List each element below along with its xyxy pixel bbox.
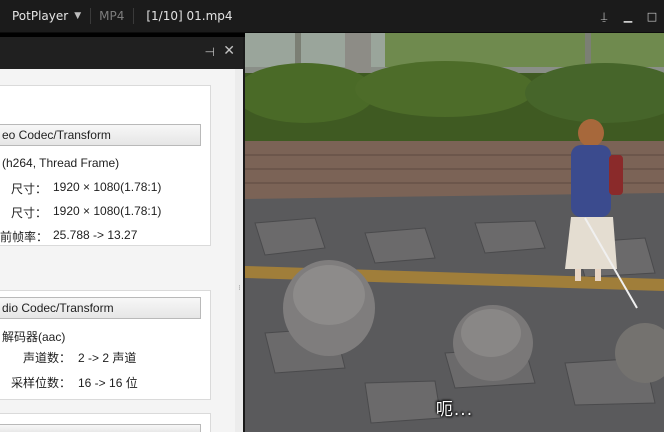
audio-decoder-label: 解码器(aac) bbox=[2, 330, 66, 344]
sample-bits-label: 采样位数： bbox=[11, 376, 72, 390]
next-codec-button[interactable] bbox=[0, 424, 201, 432]
app-menu-button[interactable]: PotPlayer ▼ bbox=[0, 0, 81, 32]
channels-label: 声道数： bbox=[23, 351, 72, 365]
video-size-value: 1920 × 1080(1.78:1) bbox=[53, 180, 162, 194]
scroll-grip-icon[interactable]: ⁞ bbox=[237, 285, 242, 292]
subtitle-text: 呃... bbox=[435, 400, 474, 420]
video-codec-transform-button[interactable]: eo Codec/Transform bbox=[0, 124, 201, 146]
channels-value: 2 -> 2 声道 bbox=[78, 351, 137, 365]
video-size-label: 尺寸： bbox=[11, 182, 48, 196]
video-size-label: 尺寸： bbox=[11, 206, 48, 220]
frame-rate-value: 25.788 -> 13.27 bbox=[53, 228, 138, 242]
chevron-down-icon: ▼ bbox=[74, 11, 82, 21]
divider bbox=[90, 8, 92, 24]
video-size-value: 1920 × 1080(1.78:1) bbox=[53, 204, 162, 218]
file-title: [1/10] 01.mp4 bbox=[146, 9, 233, 23]
sample-bits-value: 16 -> 16 位 bbox=[78, 376, 138, 390]
panel-header: ⊣ ✕ bbox=[0, 37, 243, 69]
maximize-icon[interactable]: □ bbox=[646, 10, 658, 23]
scrollbar[interactable]: ⁞ bbox=[235, 69, 243, 432]
audio-codec-transform-button[interactable]: dio Codec/Transform bbox=[0, 297, 201, 319]
window-controls: ⍊ ▁ □ bbox=[598, 0, 658, 33]
app-name: PotPlayer bbox=[12, 9, 69, 23]
pin-icon[interactable]: ⊣ bbox=[205, 45, 215, 59]
minimize-icon[interactable]: ▁ bbox=[622, 10, 634, 23]
close-icon[interactable]: ✕ bbox=[223, 43, 235, 59]
pin-icon[interactable]: ⍊ bbox=[598, 10, 610, 24]
format-label: MP4 bbox=[99, 9, 125, 23]
video-frame[interactable]: 呃... bbox=[245, 33, 664, 432]
video-scene bbox=[245, 33, 664, 432]
title-bar: PotPlayer ▼ MP4 [1/10] 01.mp4 ⍊ ▁ □ bbox=[0, 0, 664, 33]
divider bbox=[133, 8, 135, 24]
video-decoder-label: (h264, Thread Frame) bbox=[2, 156, 120, 170]
frame-rate-label: 前帧率： bbox=[0, 230, 49, 244]
